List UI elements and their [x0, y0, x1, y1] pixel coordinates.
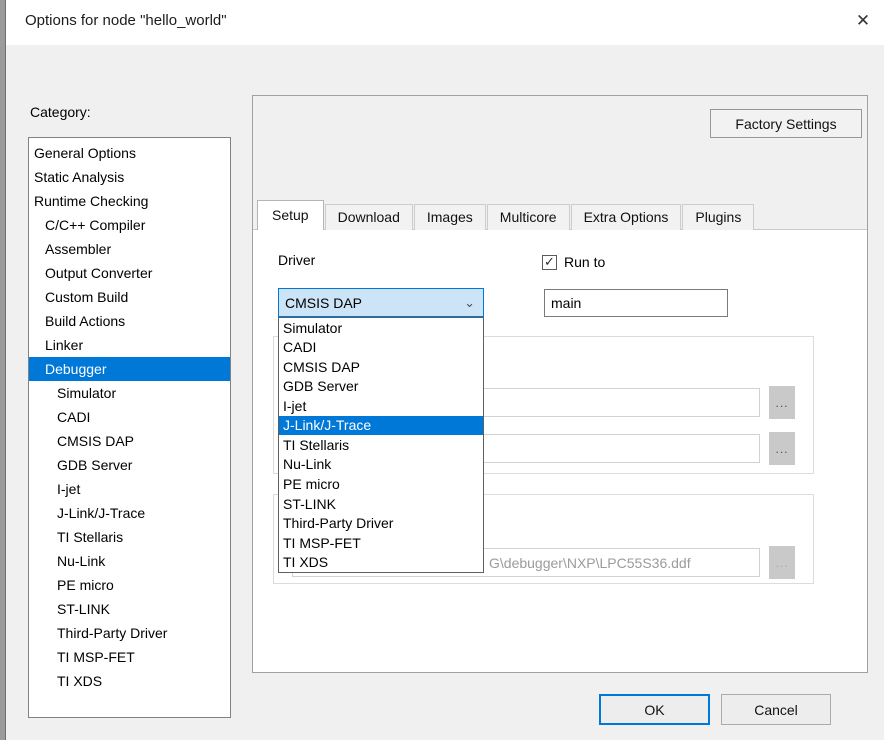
category-item-custom-build[interactable]: Custom Build: [29, 285, 230, 309]
window-left-edge: [0, 0, 6, 740]
driver-option-j-link-j-trace[interactable]: J-Link/J-Trace: [279, 416, 483, 436]
driver-option-nu-link[interactable]: Nu-Link: [279, 455, 483, 475]
dialog-title: Options for node "hello_world": [25, 12, 227, 29]
category-listbox[interactable]: General Options Static Analysis Runtime …: [28, 137, 231, 718]
driver-option-i-jet[interactable]: I-jet: [279, 396, 483, 416]
tab-download[interactable]: Download: [325, 204, 413, 230]
check-icon: ✓: [544, 254, 555, 270]
driver-option-pe-micro[interactable]: PE micro: [279, 474, 483, 494]
category-item-ti-msp-fet[interactable]: TI MSP-FET: [29, 645, 230, 669]
run-to-row: ✓ Run to: [542, 254, 605, 270]
ok-button[interactable]: OK: [599, 694, 710, 725]
category-item-j-link-j-trace[interactable]: J-Link/J-Trace: [29, 501, 230, 525]
driver-option-st-link[interactable]: ST-LINK: [279, 494, 483, 514]
driver-option-simulator[interactable]: Simulator: [279, 318, 483, 338]
tab-multicore[interactable]: Multicore: [487, 204, 570, 230]
category-item-nu-link[interactable]: Nu-Link: [29, 549, 230, 573]
category-item-c-cpp-compiler[interactable]: C/C++ Compiler: [29, 213, 230, 237]
driver-option-cmsis-dap[interactable]: CMSIS DAP: [279, 357, 483, 377]
driver-combobox[interactable]: CMSIS DAP ⌄: [278, 288, 484, 317]
category-item-st-link[interactable]: ST-LINK: [29, 597, 230, 621]
close-icon[interactable]: ✕: [852, 10, 874, 32]
device-description-file-value: G\debugger\NXP\LPC55S36.ddf: [489, 555, 691, 571]
tab-images[interactable]: Images: [414, 204, 486, 230]
driver-option-ti-xds[interactable]: TI XDS: [279, 552, 483, 572]
category-item-runtime-checking[interactable]: Runtime Checking: [29, 189, 230, 213]
titlebar: Options for node "hello_world" ✕: [6, 0, 884, 45]
browse-button-1[interactable]: ...: [769, 386, 795, 419]
driver-option-ti-msp-fet[interactable]: TI MSP-FET: [279, 533, 483, 553]
category-item-build-actions[interactable]: Build Actions: [29, 309, 230, 333]
category-item-general-options[interactable]: General Options: [29, 141, 230, 165]
tab-extra-options[interactable]: Extra Options: [571, 204, 682, 230]
driver-option-gdb-server[interactable]: GDB Server: [279, 377, 483, 397]
category-item-ti-stellaris[interactable]: TI Stellaris: [29, 525, 230, 549]
driver-option-third-party-driver[interactable]: Third-Party Driver: [279, 513, 483, 533]
category-label: Category:: [30, 104, 91, 120]
category-item-simulator[interactable]: Simulator: [29, 381, 230, 405]
tab-setup[interactable]: Setup: [257, 200, 324, 230]
category-item-i-jet[interactable]: I-jet: [29, 477, 230, 501]
category-item-ti-xds[interactable]: TI XDS: [29, 669, 230, 693]
category-item-assembler[interactable]: Assembler: [29, 237, 230, 261]
category-item-gdb-server[interactable]: GDB Server: [29, 453, 230, 477]
driver-label: Driver: [278, 252, 315, 268]
run-to-checkbox[interactable]: ✓: [542, 255, 557, 270]
driver-option-ti-stellaris[interactable]: TI Stellaris: [279, 435, 483, 455]
browse-button-3[interactable]: ...: [769, 546, 795, 579]
tab-plugins[interactable]: Plugins: [682, 204, 754, 230]
cancel-button[interactable]: Cancel: [721, 694, 831, 725]
chevron-down-icon: ⌄: [464, 295, 483, 311]
category-item-cadi[interactable]: CADI: [29, 405, 230, 429]
category-item-third-party-driver[interactable]: Third-Party Driver: [29, 621, 230, 645]
category-item-linker[interactable]: Linker: [29, 333, 230, 357]
category-item-cmsis-dap[interactable]: CMSIS DAP: [29, 429, 230, 453]
driver-combobox-value: CMSIS DAP: [279, 295, 464, 311]
factory-settings-button[interactable]: Factory Settings: [710, 109, 862, 138]
options-panel: Factory Settings Setup Download Images M…: [252, 95, 868, 673]
driver-dropdown-list: Simulator CADI CMSIS DAP GDB Server I-je…: [278, 317, 484, 573]
driver-option-cadi[interactable]: CADI: [279, 338, 483, 358]
category-item-pe-micro[interactable]: PE micro: [29, 573, 230, 597]
category-item-output-converter[interactable]: Output Converter: [29, 261, 230, 285]
category-item-debugger[interactable]: Debugger: [29, 357, 230, 381]
category-item-static-analysis[interactable]: Static Analysis: [29, 165, 230, 189]
tab-strip: Setup Download Images Multicore Extra Op…: [257, 200, 755, 230]
run-to-input[interactable]: [544, 289, 728, 317]
run-to-label: Run to: [564, 254, 605, 270]
options-dialog: Options for node "hello_world" ✕ Categor…: [0, 0, 884, 740]
browse-button-2[interactable]: ...: [769, 432, 795, 465]
